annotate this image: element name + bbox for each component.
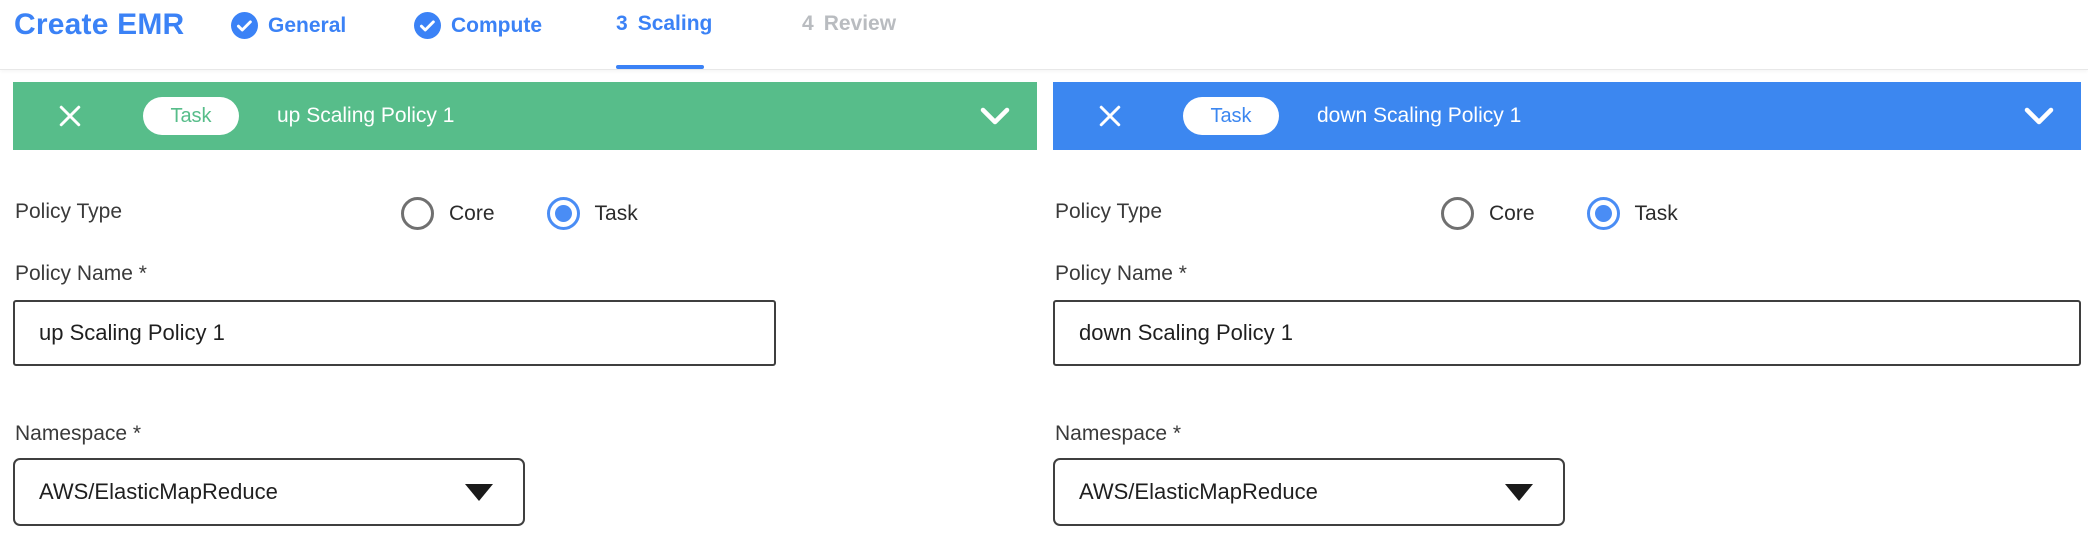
policy-bar-title: down Scaling Policy 1: [1317, 104, 1521, 128]
namespace-label: Namespace *: [1055, 422, 1181, 446]
policy-type-label: Policy Type: [1055, 200, 1162, 224]
policy-header-bar-down[interactable]: Task down Scaling Policy 1: [1053, 82, 2081, 150]
policy-name-label: Policy Name *: [15, 262, 147, 286]
policy-name-label: Policy Name *: [1055, 262, 1187, 286]
radio-task-label: Task: [595, 202, 638, 226]
policy-type-badge: Task: [143, 97, 239, 135]
close-icon[interactable]: [55, 101, 85, 131]
radio-task-circle[interactable]: [547, 197, 580, 230]
namespace-dropdown[interactable]: AWS/ElasticMapReduce: [13, 458, 525, 526]
policy-type-badge: Task: [1183, 97, 1279, 135]
radio-core-label: Core: [449, 202, 495, 226]
chevron-down-icon[interactable]: [979, 106, 1011, 126]
radio-core-circle[interactable]: [1441, 197, 1474, 230]
namespace-dropdown-value: AWS/ElasticMapReduce: [1079, 479, 1318, 505]
radio-option-task[interactable]: Task: [1587, 197, 1678, 230]
namespace-label: Namespace *: [15, 422, 141, 446]
dropdown-arrow-icon: [1505, 484, 1533, 501]
namespace-dropdown[interactable]: AWS/ElasticMapReduce: [1053, 458, 1565, 526]
radio-task-label: Task: [1635, 202, 1678, 226]
radio-option-core[interactable]: Core: [401, 197, 495, 230]
radio-core-circle[interactable]: [401, 197, 434, 230]
chevron-down-icon[interactable]: [2023, 106, 2055, 126]
namespace-dropdown-value: AWS/ElasticMapReduce: [39, 479, 278, 505]
scaling-policy-panel-down: Task down Scaling Policy 1 Policy Type C…: [1053, 0, 2081, 548]
policy-bar-title: up Scaling Policy 1: [277, 104, 454, 128]
radio-option-core[interactable]: Core: [1441, 197, 1535, 230]
radio-option-task[interactable]: Task: [547, 197, 638, 230]
create-emr-screen: Create EMR General Compute 3 Scaling 4 R…: [0, 0, 2088, 548]
policy-name-input[interactable]: [13, 300, 776, 366]
policy-type-radio-group: Core Task: [401, 197, 638, 230]
radio-task-circle[interactable]: [1587, 197, 1620, 230]
policy-name-input[interactable]: [1053, 300, 2081, 366]
radio-core-label: Core: [1489, 202, 1535, 226]
policy-type-radio-group: Core Task: [1441, 197, 1678, 230]
policy-header-bar-up[interactable]: Task up Scaling Policy 1: [13, 82, 1037, 150]
policy-type-label: Policy Type: [15, 200, 122, 224]
scaling-policy-panel-up: Task up Scaling Policy 1 Policy Type Cor…: [13, 0, 1037, 548]
close-icon[interactable]: [1095, 101, 1125, 131]
dropdown-arrow-icon: [465, 484, 493, 501]
